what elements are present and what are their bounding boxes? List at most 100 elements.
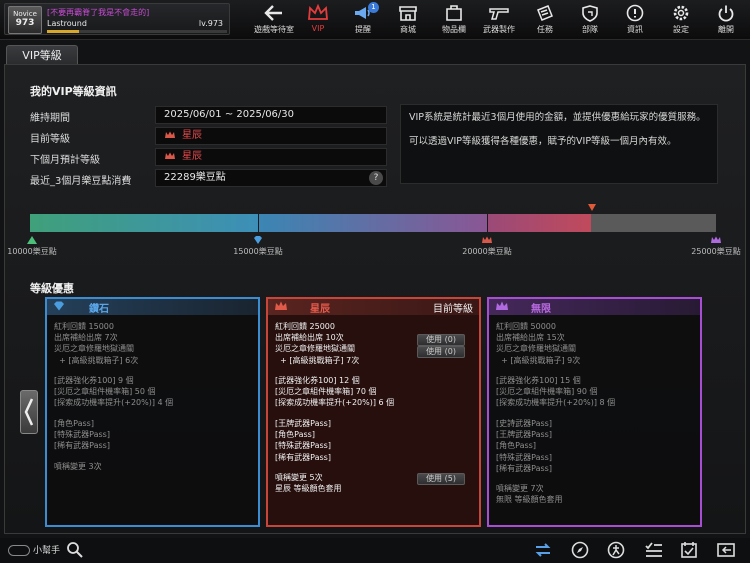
ticket-icon xyxy=(537,5,553,21)
nav-vip[interactable]: VIP xyxy=(296,2,340,38)
player-name: Lastround xyxy=(47,19,87,28)
shield-icon xyxy=(582,5,598,22)
milestone-label: 15000樂豆點 xyxy=(233,247,283,256)
my-vip-info-title: 我的VIP等級資訊 xyxy=(30,85,117,98)
nav-label: 部隊 xyxy=(582,25,598,34)
current-position-pointer xyxy=(588,204,596,211)
checklist-icon[interactable] xyxy=(644,541,664,559)
card-header: 無限 xyxy=(489,299,700,315)
infinite-rank-icon xyxy=(496,301,508,310)
card-header: 鑽石 xyxy=(47,299,258,315)
benefits-title: 等級優惠 xyxy=(30,282,74,295)
diamond-rank-icon xyxy=(254,236,262,244)
bag-icon xyxy=(446,5,462,21)
period-label: 維持期間 xyxy=(30,113,70,124)
spent-label: 最近_3個月樂豆點消費 xyxy=(30,176,132,187)
star-rank-icon xyxy=(275,301,287,310)
period-text: 2025/06/01 ~ 2025/06/30 xyxy=(164,109,295,120)
nav-label: 任務 xyxy=(537,25,553,34)
gear-icon xyxy=(673,5,689,21)
milestone: 15000樂豆點 xyxy=(228,236,288,257)
nav-lobby[interactable]: 遊戲等待室 xyxy=(252,2,296,38)
progress-tick xyxy=(258,214,259,232)
nav-label: 設定 xyxy=(673,25,689,34)
runner-icon[interactable] xyxy=(607,541,625,559)
swap-icon[interactable] xyxy=(533,541,553,559)
benefit-block: [武器強化券100] 12 個 [災厄之章組件機率箱] 70 個 [探索成功機率… xyxy=(275,376,395,408)
tab-vip-level[interactable]: VIP等級 xyxy=(6,45,78,65)
spent-text: 22289樂豆點 xyxy=(164,172,226,183)
diamond-rank-icon xyxy=(54,301,64,311)
star-rank-icon xyxy=(165,131,175,138)
clan-name: [不要再霸脊了我是不會走的] xyxy=(47,8,150,17)
nav-label: VIP xyxy=(311,24,325,33)
use-button[interactable]: 使用 (5) xyxy=(417,473,465,485)
nav-missions[interactable]: 任務 xyxy=(523,2,567,38)
nav-inventory[interactable]: 物品欄 xyxy=(432,2,476,38)
progress-segment xyxy=(30,214,258,232)
minimize-icon[interactable] xyxy=(716,541,736,559)
nav-exit[interactable]: 離開 xyxy=(704,2,748,38)
card-header: 星辰 目前等級 xyxy=(268,299,479,315)
benefit-block: 紅利回饋 25000 出席補給出席 10次 災厄之章修羅地獄通關 + [高級挑戰… xyxy=(275,322,360,365)
nav-label: 提醒 xyxy=(355,25,371,34)
current-tier-badge: 目前等級 xyxy=(433,304,473,315)
prev-page-button[interactable] xyxy=(20,390,38,434)
nav-shop[interactable]: 商城 xyxy=(386,2,430,38)
nav-label: 武器製作 xyxy=(483,25,515,34)
avatar-level: 973 xyxy=(15,18,35,28)
star-rank-icon xyxy=(482,236,492,243)
benefit-block: [武器強化券100] 15 個 [災厄之章組件機率箱] 90 個 [探索成功機率… xyxy=(496,376,616,408)
progress-tick xyxy=(487,214,488,232)
milestone: 25000樂豆點 xyxy=(686,236,746,257)
nav-label: 商城 xyxy=(400,25,416,34)
nav-info[interactable]: 資訊 xyxy=(613,2,657,38)
tier-name: 無限 xyxy=(531,304,551,315)
chevron-left-icon xyxy=(24,398,34,426)
nav-label: 離開 xyxy=(718,25,734,34)
nav-notice[interactable]: 1 提醒 xyxy=(341,2,385,38)
benefit-block: 噴稱變更 3次 xyxy=(54,462,102,471)
progress-segment xyxy=(487,214,591,232)
milestone-label: 25000樂豆點 xyxy=(691,247,741,256)
compass-icon[interactable] xyxy=(571,541,589,559)
next-level-label: 下個月預計等級 xyxy=(30,155,100,166)
gun-icon xyxy=(489,8,509,20)
tier-card-diamond: 鑽石 紅利回饋 15000 出席補給出席 7次 災厄之章修羅地獄通關 + [高級… xyxy=(45,297,260,527)
arrow-left-icon xyxy=(264,5,282,21)
helper-button[interactable]: 小幫手 xyxy=(8,543,60,556)
calendar-icon[interactable] xyxy=(680,541,698,559)
benefit-block: 噴稱變更 5次 星辰 等級顏色套用 xyxy=(275,473,342,494)
next-level-text: 星辰 xyxy=(182,151,202,162)
nav-weapon-craft[interactable]: 武器製作 xyxy=(477,2,521,38)
nav-settings[interactable]: 設定 xyxy=(659,2,703,38)
power-icon xyxy=(718,5,734,22)
tier-name: 鑽石 xyxy=(89,304,109,315)
info-icon xyxy=(626,4,644,22)
vip-progress-bar xyxy=(30,214,716,232)
help-button[interactable]: ? xyxy=(369,171,383,185)
player-level: lv.973 xyxy=(198,19,223,28)
search-icon[interactable] xyxy=(66,541,84,559)
milestone: 20000樂豆點 xyxy=(457,236,517,257)
benefit-block: [王牌武器Pass] [角色Pass] [特殊武器Pass] [稀有武器Pass… xyxy=(275,419,331,462)
vip-description: VIP系統是統計最近3個月使用的金額，並提供優惠給玩家的優質服務。 可以透過VI… xyxy=(400,104,718,184)
nav-label: 物品欄 xyxy=(442,25,466,34)
current-level-value: 星辰 xyxy=(155,127,387,145)
description-line: 可以透過VIP等級獲得各種優惠，賦予的VIP等級一個月內有效。 xyxy=(409,136,677,147)
player-profile[interactable]: Novice 973 [不要再霸脊了我是不會走的] Lastround lv.9… xyxy=(4,3,230,35)
shop-icon xyxy=(399,6,417,21)
next-level-value: 星辰 xyxy=(155,148,387,166)
use-button[interactable]: 使用 (0) xyxy=(417,334,465,346)
milestone: 10000樂豆點 xyxy=(2,236,62,257)
notice-badge: 1 xyxy=(368,2,379,13)
exp-bar xyxy=(47,30,227,33)
spent-value: 22289樂豆點 ? xyxy=(155,169,387,187)
current-level-text: 星辰 xyxy=(182,130,202,141)
helper-label: 小幫手 xyxy=(33,546,61,556)
milestone-label: 10000樂豆點 xyxy=(7,247,57,256)
nav-squad[interactable]: 部隊 xyxy=(568,2,612,38)
benefit-block: [史詩武器Pass] [王牌武器Pass] [角色Pass] [特殊武器Pass… xyxy=(496,419,552,473)
use-button[interactable]: 使用 (0) xyxy=(417,346,465,358)
description-line: VIP系統是統計最近3個月使用的金額，並提供優惠給玩家的優質服務。 xyxy=(409,112,706,123)
